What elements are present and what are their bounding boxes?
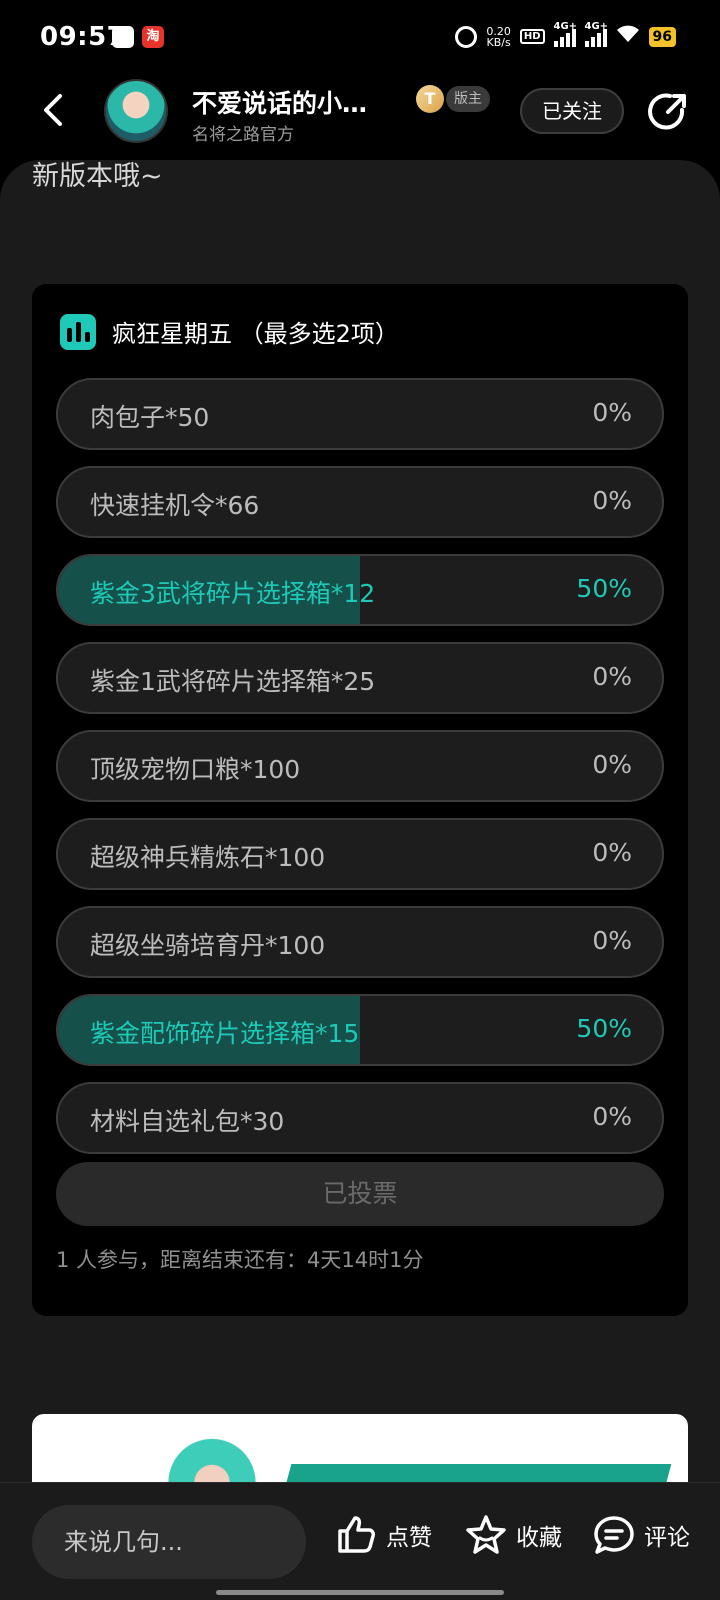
poll-option[interactable]: 紫金3武将碎片选择箱*12 50%: [56, 554, 664, 626]
poll-option-label: 超级坐骑培育丹*100: [90, 931, 326, 960]
message-notification-icon: [112, 26, 134, 48]
poll-option-label: 肉包子*50: [90, 403, 210, 432]
network-speed-unit: KB/s: [486, 35, 511, 49]
banner-character-image: [162, 1422, 262, 1482]
wifi-icon: [616, 24, 640, 49]
taobao-notification-icon: 淘: [142, 26, 164, 48]
like-button[interactable]: 点赞: [334, 1513, 432, 1557]
comment-input[interactable]: 来说几句...: [32, 1505, 306, 1579]
poll-option-percent: 0%: [592, 926, 632, 955]
thumbs-up-icon: [338, 1516, 375, 1553]
level-badge-icon: T: [416, 85, 444, 113]
poll-options: 肉包子*50 0% 快速挂机令*66 0% 紫金3武将碎片选择箱*12 50% 紫金1武将碎…: [56, 378, 664, 1170]
author-name[interactable]: 不爱说话的小…: [192, 84, 392, 120]
signal-label-2: 4G+: [584, 20, 609, 32]
comment-label: 评论: [644, 1525, 690, 1551]
share-button[interactable]: [646, 90, 690, 134]
poll-option[interactable]: 快速挂机令*66 0%: [56, 466, 664, 538]
moderator-badge: 版主: [446, 86, 490, 112]
poll-footer: 1 人参与，距离结束还有：4天14时1分: [56, 1248, 424, 1272]
poll-option-label: 材料自选礼包*30: [90, 1107, 285, 1136]
poll-option-label: 顶级宠物口粮*100: [90, 755, 301, 784]
favorite-label: 收藏: [516, 1525, 562, 1551]
poll-option-percent: 50%: [576, 1014, 632, 1043]
comment-bubble-icon: [594, 1516, 634, 1554]
status-right-icons: 0.20 KB/s HD 4G+ 4G+ 96: [455, 21, 676, 49]
bottom-action-bar: 来说几句... 点赞 收藏 评论: [0, 1482, 720, 1600]
post-header: 不爱说话的小… 名将之路官方 T 版主 已关注: [0, 76, 720, 160]
poll-option-percent: 0%: [592, 750, 632, 779]
poll-option[interactable]: 紫金1武将碎片选择箱*25 0%: [56, 642, 664, 714]
author-subtitle: 名将之路官方: [192, 125, 294, 145]
like-label: 点赞: [386, 1525, 432, 1551]
network-speed-value: 0.20: [486, 24, 511, 38]
poll-option[interactable]: 材料自选礼包*30 0%: [56, 1082, 664, 1154]
poll-option-percent: 0%: [592, 838, 632, 867]
poll-option-label: 紫金3武将碎片选择箱*12: [90, 579, 376, 608]
poll-option-percent: 0%: [592, 398, 632, 427]
poll-option-percent: 0%: [592, 1102, 632, 1131]
battery-level: 96: [648, 26, 676, 47]
author-avatar[interactable]: [104, 79, 168, 143]
favorite-button[interactable]: 收藏: [464, 1513, 562, 1557]
voted-button[interactable]: 已投票: [56, 1162, 664, 1226]
post-content: 新版本哦~ 疯狂星期五 （最多选2项） 肉包子*50 0% 快速挂机令*66 0% 紫金…: [0, 160, 720, 1482]
signal-label: 4G+: [553, 20, 578, 32]
poll-option-percent: 0%: [592, 662, 632, 691]
back-button[interactable]: [34, 90, 74, 130]
comment-button[interactable]: 评论: [592, 1513, 690, 1557]
banner-decoration: [272, 1464, 672, 1482]
notification-icons: 淘: [112, 26, 164, 48]
post-image-banner[interactable]: [32, 1414, 688, 1482]
poll-option[interactable]: 紫金配饰碎片选择箱*15 50%: [56, 994, 664, 1066]
poll-card: 疯狂星期五 （最多选2项） 肉包子*50 0% 快速挂机令*66 0% 紫金3武将碎片选…: [32, 284, 688, 1316]
signal-icon-2: 4G+: [584, 21, 608, 47]
share-icon: [648, 93, 686, 130]
follow-button[interactable]: 已关注: [520, 88, 624, 134]
poll-option[interactable]: 肉包子*50 0%: [56, 378, 664, 450]
poll-option-label: 紫金配饰碎片选择箱*15: [90, 1019, 360, 1048]
poll-option-percent: 50%: [576, 574, 632, 603]
poll-chart-icon: [60, 314, 96, 350]
signal-icon: 4G+: [553, 21, 577, 47]
alarm-icon: [455, 25, 478, 48]
network-speed: 0.20 KB/s: [486, 26, 511, 48]
status-bar: 09:57 淘 0.20 KB/s HD 4G+ 4G+ 96: [0, 0, 720, 76]
home-indicator[interactable]: [216, 1590, 504, 1595]
star-icon: [466, 1515, 506, 1554]
back-arrow-icon: [44, 94, 62, 126]
poll-option-label: 超级神兵精炼石*100: [90, 843, 326, 872]
poll-title: 疯狂星期五 （最多选2项）: [112, 320, 399, 348]
hd-icon: HD: [519, 29, 545, 44]
poll-option[interactable]: 超级神兵精炼石*100 0%: [56, 818, 664, 890]
post-body-text: 新版本哦~: [32, 161, 163, 192]
poll-option-label: 快速挂机令*66: [90, 491, 260, 520]
poll-option-label: 紫金1武将碎片选择箱*25: [90, 667, 376, 696]
poll-option[interactable]: 顶级宠物口粮*100 0%: [56, 730, 664, 802]
poll-option[interactable]: 超级坐骑培育丹*100 0%: [56, 906, 664, 978]
poll-option-percent: 0%: [592, 486, 632, 515]
